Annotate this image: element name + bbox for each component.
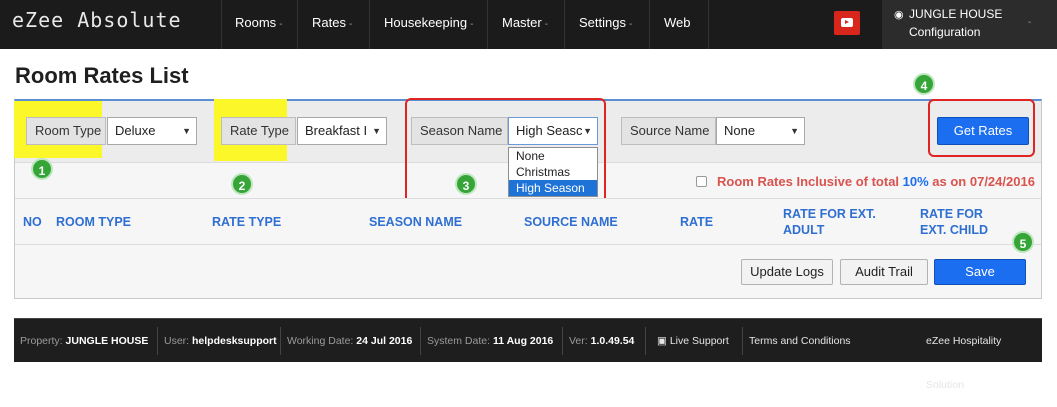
footer-property-label: Property: — [20, 335, 63, 347]
column-header-season-name: SEASON NAME — [369, 215, 463, 229]
nav-divider — [708, 0, 709, 49]
annotation-box-get-rates — [928, 99, 1035, 157]
rates-inclusive-checkbox[interactable] — [696, 176, 707, 187]
live-support-link[interactable]: ▣ Live Support — [651, 319, 729, 363]
footer-user-label: User: — [164, 335, 190, 347]
footer-divider — [645, 327, 646, 355]
update-logs-button[interactable]: Update Logs — [741, 259, 833, 285]
step-badge: 1 — [31, 158, 53, 180]
footer-version: Ver: 1.0.49.54 — [563, 319, 634, 363]
app-logo[interactable]: eZee Absolute — [12, 8, 182, 32]
status-footer: Property: JUNGLE HOUSE User: helpdesksup… — [14, 318, 1042, 391]
dropdown-arrow-icon: ▼ — [790, 126, 799, 136]
footer-system-date-label: System Date: — [427, 335, 491, 347]
user-menu[interactable]: ◉ JUNGLE HOUSE Configuration - — [882, 0, 1057, 49]
footer-working-date: Working Date: 24 Jul 2016 — [281, 319, 412, 363]
chevron-down-icon: - — [628, 19, 633, 30]
nav-item-label: Rooms — [235, 15, 277, 30]
chevron-down-icon: - — [1028, 17, 1032, 28]
dropdown-arrow-icon: ▼ — [182, 126, 191, 136]
nav-item-label: Settings — [579, 15, 626, 30]
source-name-label: Source Name — [621, 117, 716, 145]
page-title: Room Rates List — [15, 63, 189, 88]
footer-working-date-value: 24 Jul 2016 — [356, 335, 413, 347]
step-badge: 3 — [455, 173, 477, 195]
nav-divider — [649, 0, 650, 49]
nav-item-rates[interactable]: Rates - — [312, 15, 352, 30]
rates-table-header: NO ROOM TYPE RATE TYPE SEASON NAME SOURC… — [15, 198, 1041, 245]
nav-divider — [297, 0, 298, 49]
source-name-value: None — [724, 123, 756, 138]
nav-item-master[interactable]: Master - — [502, 15, 548, 30]
footer-working-date-label: Working Date: — [287, 335, 354, 347]
room-type-select[interactable]: Deluxe ▼ — [107, 117, 197, 145]
youtube-icon-play — [845, 20, 849, 24]
nav-item-label: Master — [502, 15, 542, 30]
audit-trail-button[interactable]: Audit Trail — [840, 259, 928, 285]
step-badge: 4 — [913, 73, 935, 95]
season-name-options: None Christmas High Season — [508, 147, 598, 197]
terms-link[interactable]: Terms and Conditions — [743, 319, 851, 363]
chevron-down-icon: - — [470, 19, 474, 30]
chevron-down-icon: - — [544, 19, 549, 30]
chevron-down-icon: - — [348, 19, 353, 30]
rates-inclusive-option: Room Rates Inclusive of total 10% as on … — [696, 174, 1035, 189]
footer-user-value: helpdesksupport — [192, 335, 277, 347]
column-header-room-type: ROOM TYPE — [56, 215, 132, 229]
nav-item-rooms[interactable]: Rooms - — [235, 15, 283, 30]
rate-type-label: Rate Type — [221, 117, 296, 145]
save-button[interactable]: Save — [934, 259, 1026, 285]
footer-property-value: JUNGLE HOUSE — [65, 335, 149, 347]
inclusive-text-after: as on 07/24/2016 — [928, 174, 1035, 189]
step-badge: 5 — [1012, 231, 1034, 253]
nav-item-settings[interactable]: Settings - — [579, 15, 632, 30]
season-option-none[interactable]: None — [509, 148, 597, 164]
footer-system-date: System Date: 11 Aug 2016 — [421, 319, 553, 363]
nav-item-web[interactable]: Web — [664, 15, 691, 30]
inclusive-text-before: Room Rates Inclusive of total — [717, 174, 903, 189]
footer-property: Property: JUNGLE HOUSE — [14, 319, 148, 363]
footer-user: User: helpdesksupport — [158, 319, 277, 363]
season-option-high-season[interactable]: High Season — [509, 180, 597, 196]
step-badge: 2 — [231, 173, 253, 195]
youtube-icon[interactable] — [834, 11, 860, 35]
chat-icon: ▣ — [657, 335, 667, 347]
source-name-select[interactable]: None ▼ — [716, 117, 805, 145]
column-header-rate-ext-adult: RATE FOR EXT. ADULT — [783, 207, 876, 237]
nav-item-label: Web — [664, 15, 691, 30]
footer-version-value: 1.0.49.54 — [590, 335, 635, 347]
chevron-down-icon: - — [279, 19, 283, 30]
nav-item-label: Rates — [312, 15, 346, 30]
column-header-rate-type: RATE TYPE — [212, 215, 282, 229]
nav-divider — [564, 0, 565, 49]
room-type-value: Deluxe — [115, 123, 156, 138]
column-header-rate-ext-child: RATE FOR EXT. CHILD — [920, 207, 989, 237]
column-header-source-name: SOURCE NAME — [524, 215, 618, 229]
user-menu-subtitle: Configuration — [909, 25, 981, 39]
user-property-name: JUNGLE HOUSE — [909, 7, 1003, 21]
nav-divider — [487, 0, 488, 49]
top-navbar: eZee Absolute Rooms - Rates - Housekeeping… — [0, 0, 1057, 49]
footer-system-date-value: 11 Aug 2016 — [492, 335, 554, 347]
live-support-label: Live Support — [669, 335, 729, 347]
nav-divider — [369, 0, 370, 49]
nav-item-label: Housekeeping — [384, 15, 468, 30]
nav-item-housekeeping[interactable]: Housekeeping - — [384, 15, 473, 30]
dropdown-arrow-icon: ▼ — [372, 126, 381, 136]
column-header-no: NO — [23, 215, 42, 229]
rate-type-select[interactable]: Breakfast I ▼ — [297, 117, 387, 145]
footer-brand: eZee Hospitality Solution — [926, 335, 1002, 391]
user-icon: ◉ — [894, 9, 904, 21]
inclusive-percent: 10% — [902, 174, 929, 189]
column-header-rate: RATE — [680, 215, 714, 229]
season-option-christmas[interactable]: Christmas — [509, 164, 597, 180]
room-type-label: Room Type — [26, 117, 106, 145]
footer-version-label: Ver: — [569, 335, 588, 347]
nav-divider — [221, 0, 222, 49]
rate-type-value: Breakfast I — [305, 123, 368, 138]
